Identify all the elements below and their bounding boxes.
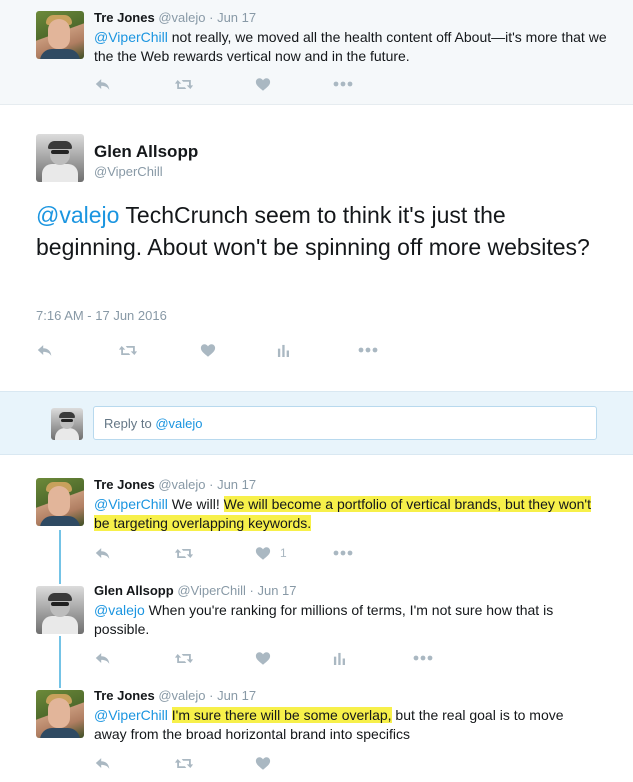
tweet-actions [36,340,396,360]
tweet-text: @ViperChill not really, we moved all the… [94,28,614,66]
author-name[interactable]: Tre Jones [94,477,155,492]
avatar[interactable] [36,586,84,634]
mention-link[interactable]: @valejo [94,602,145,618]
more-icon[interactable] [333,543,353,563]
mention-link[interactable]: @ViperChill [94,707,168,723]
tweet-timestamp[interactable]: 7:16 AM - 17 Jun 2016 [36,308,167,323]
tweet-actions: 1 [94,543,394,563]
retweet-icon[interactable] [174,543,194,563]
tweet-date[interactable]: Jun 17 [217,477,256,492]
avatar[interactable] [36,478,84,526]
like-icon[interactable] [255,74,271,94]
reply-composer: Reply to @valejo [0,391,633,455]
more-icon[interactable] [333,74,353,94]
reply-icon[interactable] [94,543,112,563]
author-handle[interactable]: @valejo [158,688,205,703]
tweet-body: We will! [167,496,224,512]
tweet-body: When you're ranking for millions of term… [94,602,554,637]
avatar[interactable] [36,134,84,182]
tweet-text: @ViperChill I'm sure there will be some … [94,706,594,744]
avatar [51,408,83,440]
tweet-text: @ViperChill We will! We will become a po… [94,495,604,533]
more-icon[interactable] [413,648,433,668]
analytics-icon[interactable] [277,340,290,360]
thread-line [59,530,61,584]
reply-icon[interactable] [94,648,112,668]
tweet-text: @valejo When you're ranking for millions… [94,601,594,639]
avatar[interactable] [36,11,84,59]
separator: · [205,477,218,492]
tweet-body: TechCrunch seem to think it's just the b… [36,202,590,260]
tweet-date[interactable]: Jun 17 [257,583,296,598]
separator: · [245,583,258,598]
author-handle[interactable]: @ViperChill [94,164,163,179]
tweet-date[interactable]: Jun 17 [217,688,256,703]
author-name[interactable]: Tre Jones [94,688,155,703]
thread-line [59,636,61,688]
separator: · [205,688,218,703]
reply-placeholder: Reply to [104,416,156,431]
author-name[interactable]: Glen Allsopp [94,583,174,598]
avatar[interactable] [36,690,84,738]
like-icon[interactable] [200,340,216,360]
tweet-text: @valejo TechCrunch seem to think it's ju… [36,199,606,263]
author-name[interactable]: Glen Allsopp [94,142,198,162]
retweet-icon[interactable] [174,648,194,668]
author-handle[interactable]: @ViperChill [177,583,246,598]
reply-icon[interactable] [94,753,112,773]
analytics-icon[interactable] [333,648,346,668]
reply-icon[interactable] [36,340,54,360]
like-icon[interactable]: 1 [255,543,287,563]
author-handle[interactable]: @valejo [158,10,205,25]
like-count: 1 [280,546,287,560]
mention-link[interactable]: @ViperChill [94,29,168,45]
tweet-actions [94,74,394,94]
retweet-icon[interactable] [118,340,138,360]
reply-icon[interactable] [94,74,112,94]
tweet-body: not really, we moved all the health cont… [94,29,607,64]
retweet-icon[interactable] [174,753,194,773]
separator: · [205,10,218,25]
highlighted-text: I'm sure there will be some overlap, [171,707,392,723]
tweet-date[interactable]: Jun 17 [217,10,256,25]
mention-link[interactable]: @valejo [36,202,119,228]
reply-mention: @valejo [155,416,203,431]
like-icon[interactable] [255,648,271,668]
reply-input[interactable]: Reply to @valejo [93,406,597,440]
more-icon[interactable] [358,340,378,360]
tweet-top[interactable]: Tre Jones @valejo · Jun 17 @ViperChill n… [0,0,633,104]
like-icon[interactable] [255,753,271,773]
tweet-actions [94,648,454,668]
author-handle[interactable]: @valejo [158,477,205,492]
mention-link[interactable]: @ViperChill [94,496,168,512]
retweet-icon[interactable] [174,74,194,94]
author-name[interactable]: Tre Jones [94,10,155,25]
tweet-actions [94,753,394,773]
